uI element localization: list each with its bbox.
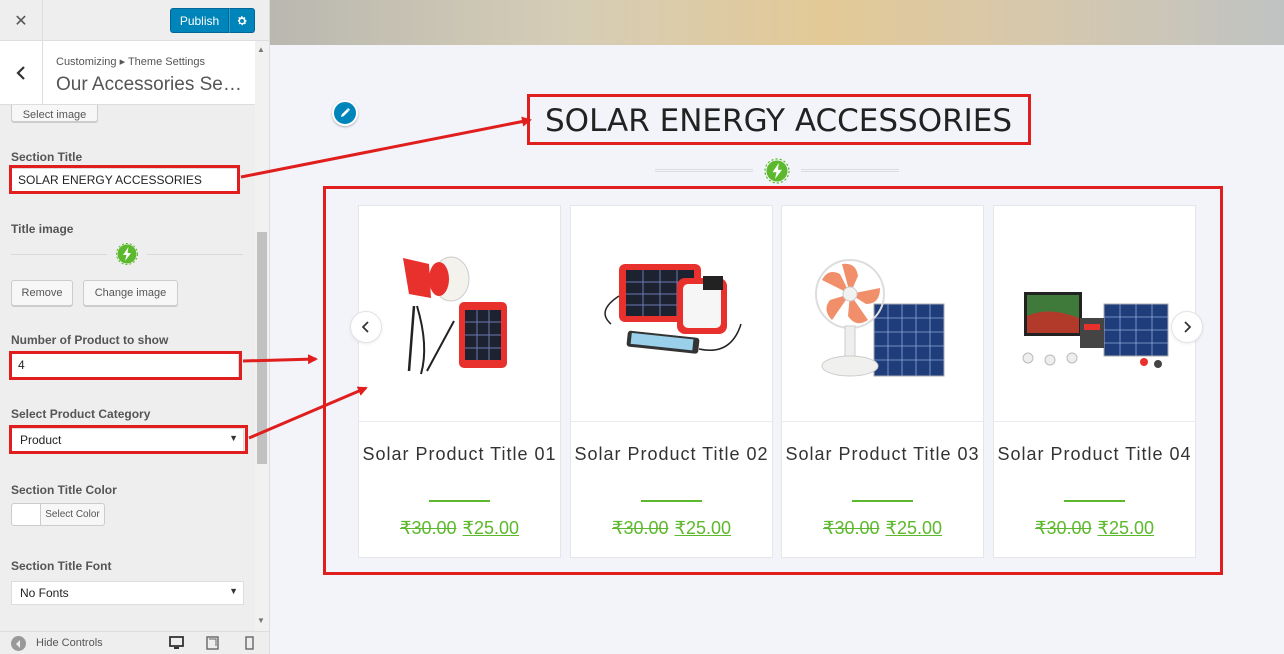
lightning-bolt-icon [116,243,138,265]
title-underline [429,500,490,502]
product-title[interactable]: Solar Product Title 03 [782,442,983,467]
title-underline [852,500,913,502]
title-underline [641,500,702,502]
lightning-bolt-icon [764,158,790,184]
title-image-preview [11,241,243,267]
divider-line-left [655,169,753,172]
heading-divider [655,156,899,186]
product-price: ₹30.00 ₹25.00 [782,518,983,539]
old-price: ₹30.00 [612,518,669,538]
tablet-preview-icon[interactable] [206,636,219,650]
title-image-label: Title image [11,222,74,236]
carousel-next-button[interactable] [1171,311,1203,343]
product-image-solar-fan[interactable] [782,206,983,422]
product-title[interactable]: Solar Product Title 01 [359,442,560,467]
product-price: ₹30.00 ₹25.00 [994,518,1195,539]
sale-price: ₹25.00 [885,518,943,538]
gear-icon[interactable] [229,8,255,33]
old-price: ₹30.00 [1035,518,1092,538]
sale-price: ₹25.00 [1097,518,1155,538]
section-header-overlay: Customizing ▸ Theme Settings Our Accesso… [0,41,255,105]
change-image-button[interactable]: Change image [83,280,178,306]
edit-pencil-icon[interactable] [332,100,358,126]
old-price: ₹30.00 [823,518,880,538]
divider-line-left [11,254,107,255]
section-title-label: Section Title [11,150,83,164]
annotation-box-heading [527,94,1031,145]
product-image-solar-charger[interactable] [571,206,772,422]
product-card[interactable]: Solar Product Title 02 ₹30.00 ₹25.00 [570,205,773,558]
customizer-footer: Hide Controls [0,631,269,654]
close-icon[interactable]: ✕ [0,0,43,41]
remove-button[interactable]: Remove [11,280,73,306]
title-font-select[interactable]: No Fonts ▼ [11,581,244,605]
back-button[interactable] [0,41,43,105]
carousel-prev-button[interactable] [350,311,382,343]
annotation-box-num-products [9,351,242,380]
category-label: Select Product Category [11,407,151,421]
product-title[interactable]: Solar Product Title 02 [571,442,772,467]
title-font-label: Section Title Font [11,559,112,573]
title-underline [1064,500,1125,502]
dropdown-caret-icon: ▼ [229,586,238,596]
product-price: ₹30.00 ₹25.00 [571,518,772,539]
product-card[interactable]: Solar Product Title 03 ₹30.00 ₹25.00 [781,205,984,558]
product-title[interactable]: Solar Product Title 04 [994,442,1195,467]
site-preview: SOLAR ENERGY ACCESSORIES Solar Product T… [270,0,1284,654]
header-banner-image [270,0,1284,45]
chevron-right-icon [1184,321,1191,333]
num-products-label: Number of Product to show [11,333,169,347]
old-price: ₹30.00 [400,518,457,538]
publish-button[interactable]: Publish [170,8,229,33]
scroll-down-arrow-icon[interactable]: ▼ [257,616,265,625]
color-picker-button[interactable]: Select Color [11,503,105,526]
product-price: ₹30.00 ₹25.00 [359,518,560,539]
scroll-up-arrow-icon[interactable]: ▲ [257,45,265,54]
divider-line-right [801,169,899,172]
annotation-box-title-input [9,165,240,194]
annotation-box-category [9,425,248,454]
hide-controls-button[interactable]: Hide Controls [36,637,103,649]
product-card[interactable]: Solar Product Title 04 ₹30.00 ₹25.00 [993,205,1196,558]
title-color-label: Section Title Color [11,483,117,497]
select-color-label: Select Color [45,509,100,520]
product-image-solar-home-kit[interactable] [994,206,1195,422]
hide-controls-icon[interactable] [11,636,26,651]
scrollbar-thumb[interactable] [257,232,267,464]
color-swatch [12,504,41,525]
chevron-left-icon [362,321,369,333]
divider-line-right [147,254,243,255]
sale-price: ₹25.00 [674,518,732,538]
product-image-lamp[interactable] [359,206,560,422]
breadcrumb-text: Customizing ▸ Theme Settings [56,56,205,68]
mobile-preview-icon[interactable] [245,636,254,650]
title-font-value: No Fonts [20,586,69,600]
desktop-preview-icon[interactable] [169,636,184,650]
customizer-header: ✕ Publish [0,0,269,41]
sale-price: ₹25.00 [462,518,520,538]
section-title-text: Our Accessories Secti... [56,74,248,95]
customizer-sidebar: ✕ Publish Customizing ▸ Theme Settings O… [0,0,270,654]
product-card[interactable]: Solar Product Title 01 ₹30.00 ₹25.00 [358,205,561,558]
